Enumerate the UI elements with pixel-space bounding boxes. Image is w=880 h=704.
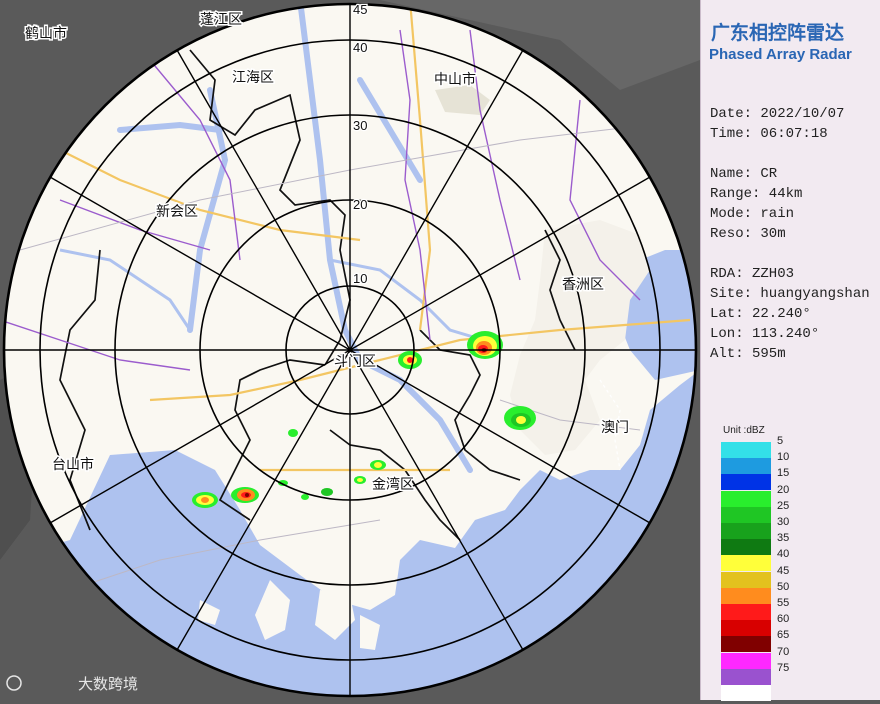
legend-swatch [721,652,771,669]
info-lat: Lat: 22.240° [710,306,811,322]
place-label: 江海区 [232,70,274,86]
legend-label: 15 [777,467,790,480]
info-panel: 广东相控阵雷达 Phased Array Radar Date: 2022/10… [700,0,880,701]
legend-swatch [721,506,771,523]
place-label: 澳门 [601,420,629,436]
ring-label-45: 45 [353,2,367,17]
ring-label-20: 20 [353,197,367,212]
legend-swatch [721,604,771,620]
legend-swatch [721,668,771,685]
echo-cell [398,351,422,369]
panel-title: 广东相控阵雷达 [711,22,845,44]
legend-swatch [721,539,771,556]
legend-label: 40 [777,548,790,561]
legend-label: 55 [777,597,790,609]
place-label: 新会区 [156,204,198,220]
place-label: 鹤山市 [25,25,67,42]
echo-cell [467,331,503,359]
ring-label-40: 40 [353,40,367,55]
info-date: Date: 2022/10/07 [710,106,845,122]
legend-swatch [721,458,771,475]
legend-swatch [721,523,771,539]
info-rda: RDA: ZZH03 [710,266,795,282]
legend-label: 10 [777,451,790,464]
legend-label: 65 [777,629,790,642]
info-range: Range: 44km [710,186,803,202]
legend-swatch [721,571,771,588]
place-label: 斗门区 [334,354,376,370]
place-label: 香洲区 [562,277,604,293]
place-label: 台山市 [52,456,94,473]
radar-map: 10 20 30 40 45 鹤山市 蓬江区 江海区 中山市 新会区 香洲区 斗… [0,0,700,700]
legend-label: 35 [777,532,790,545]
info-time: Time: 06:07:18 [710,126,828,142]
place-label: 蓬江区 [200,12,242,28]
echo-cell [231,487,259,503]
legend-label: 45 [777,564,790,577]
legend-label: 25 [777,499,790,512]
radar-map-svg: 10 20 30 40 45 鹤山市 蓬江区 江海区 中山市 新会区 香洲区 斗… [0,0,700,700]
echo-cell [192,492,218,508]
info-name: Name: CR [710,166,778,182]
legend-swatch [721,474,771,491]
echo-cell [504,406,536,430]
info-reso: Reso: 30m [710,226,786,242]
legend-label: 20 [777,483,790,496]
legend-label: 70 [777,645,790,658]
legend-swatch [721,490,771,507]
legend-label: 60 [777,613,790,626]
legend-label: 30 [777,516,790,528]
legend-swatch [721,555,771,572]
legend-swatch [721,685,771,701]
legend-swatch [721,636,771,653]
legend-label: 50 [777,580,790,593]
place-label: 金湾区 [372,476,414,493]
legend-swatch [721,620,771,637]
watermark-text: 大数跨境 [78,675,138,693]
info-lon: Lon: 113.240° [710,326,820,342]
ring-label-10: 10 [353,271,367,286]
panel-subtitle: Phased Array Radar [709,46,852,63]
legend-swatch [721,587,771,604]
info-site: Site: huangyangshan [710,286,870,302]
legend-unit: Unit :dBZ [723,425,765,436]
ring-label-30: 30 [353,118,367,133]
legend-label: 75 [777,661,790,674]
place-label: 中山市 [434,71,476,88]
info-alt: Alt: 595m [710,346,786,362]
legend-label: 5 [777,435,784,447]
info-mode: Mode: rain [710,206,795,222]
legend-swatch [721,442,771,458]
